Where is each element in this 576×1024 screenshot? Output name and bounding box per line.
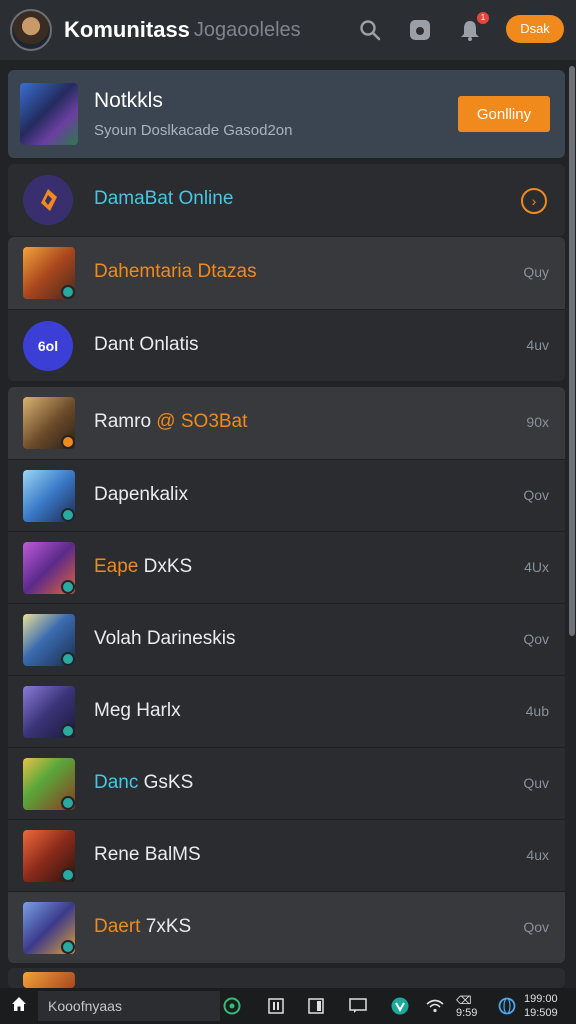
wifi-icon[interactable] [425,996,445,1016]
online-status-icon [61,724,75,738]
list-item-time: 4Ux [524,559,549,575]
list-item-name: Dahemtaria Dtazas [94,261,257,282]
globe-icon[interactable] [497,996,517,1016]
online-status-icon [61,796,75,810]
scrollbar[interactable] [569,66,575,636]
store-icon[interactable] [390,996,410,1016]
taskbar-clock[interactable]: 199:00 19:509 [524,992,558,1020]
list-item-name: Volah Darineskis [94,628,236,649]
list-item[interactable]: DamaBat Online › [8,164,565,236]
featured-title: Notkkls [94,89,163,112]
app-title: Komunitass [64,17,190,42]
window-icon[interactable] [306,996,326,1016]
list-item-time: Qov [523,919,549,935]
home-icon[interactable] [8,996,30,1016]
online-status-icon [61,652,75,666]
user-avatar[interactable] [10,9,52,51]
chevron-right-icon[interactable]: › [521,188,547,214]
chat-icon[interactable] [348,996,368,1016]
list-group-3: Ramro @ SO3Bat 90x Dapenkalix Qov Eape D… [8,387,565,963]
list-item-time: Quv [523,775,549,791]
pause-icon[interactable] [266,996,286,1016]
list-item-time: Qov [523,487,549,503]
online-status-icon [61,285,75,299]
online-status-icon [61,508,75,522]
list-item-name: Eape DxKS [94,556,193,577]
status-icon [61,435,75,449]
list-item-time: 90x [526,414,549,430]
list-item[interactable]: Dapenkalix Qov [8,459,565,531]
game-thumbnail [23,972,75,988]
featured-game-thumbnail [20,83,78,145]
list-item-time: 4uv [526,337,549,353]
list-group-partial [8,968,565,988]
list-item[interactable]: Dahemtaria Dtazas Quy [8,237,565,309]
clock-time: 199:00 [524,993,558,1005]
list-group-2: Dahemtaria Dtazas Quy 6ol Dant Onlatis 4… [8,237,565,381]
list-item-name: Meg Harlx [94,700,181,721]
list-item-time: Quy [523,264,549,280]
featured-action-button[interactable]: Gonlliny [458,96,550,132]
app-header: Komunitass Jogaooleles 1 Dsak [0,0,576,60]
notification-badge: 1 [477,12,489,24]
online-status-icon [61,868,75,882]
list-item-time: 4ux [526,847,549,863]
gamepad-icon[interactable] [405,15,435,45]
circle-app-icon[interactable] [222,996,242,1016]
featured-card[interactable]: Notkkls Syoun Doslkacade Gasod2on Gonlli… [8,70,565,158]
list-item[interactable]: Daert 7xKS Qov [8,891,565,963]
list-group-1: DamaBat Online › [8,164,565,236]
taskbar: Kooofnyaas ⌫ 9:59 199:00 19:509 [0,988,576,1024]
tray-status-icon[interactable]: ⌫ 9:59 [456,995,496,1019]
online-status-icon [61,940,75,954]
search-icon[interactable] [355,15,385,45]
list-item[interactable]: Danc GsKS Quv [8,747,565,819]
status-pill-button[interactable]: Dsak [506,15,564,43]
app-subtitle: Jogaooleles [193,18,301,41]
taskbar-search[interactable]: Kooofnyaas [38,991,220,1021]
list-item-name: Daert 7xKS [94,916,192,937]
list-item[interactable] [8,968,565,988]
list-item-name: Dant Onlatis [94,334,199,355]
list-item[interactable]: Meg Harlx 4ub [8,675,565,747]
circle-logo: 6ol [23,321,73,371]
clock-date: 19:509 [524,1007,558,1019]
list-item-name: Dapenkalix [94,484,188,505]
list-item[interactable]: 6ol Dant Onlatis 4uv [8,309,565,381]
featured-subtitle: Syoun Doslkacade Gasod2on [94,122,293,139]
list-item-time: Qov [523,631,549,647]
online-status-icon [61,580,75,594]
list-item[interactable]: Ramro @ SO3Bat 90x [8,387,565,459]
list-item-name: Danc GsKS [94,772,194,793]
list-item-time: 4ub [525,703,549,719]
list-item[interactable]: Volah Darineskis Qov [8,603,565,675]
list-item-name: Ramro @ SO3Bat [94,411,248,432]
list-item[interactable]: Eape DxKS 4Ux [8,531,565,603]
game-emblem-icon [23,175,73,225]
list-item-name: DamaBat Online [94,188,234,209]
list-item-name: Rene BalMS [94,844,201,865]
list-item[interactable]: Rene BalMS 4ux [8,819,565,891]
